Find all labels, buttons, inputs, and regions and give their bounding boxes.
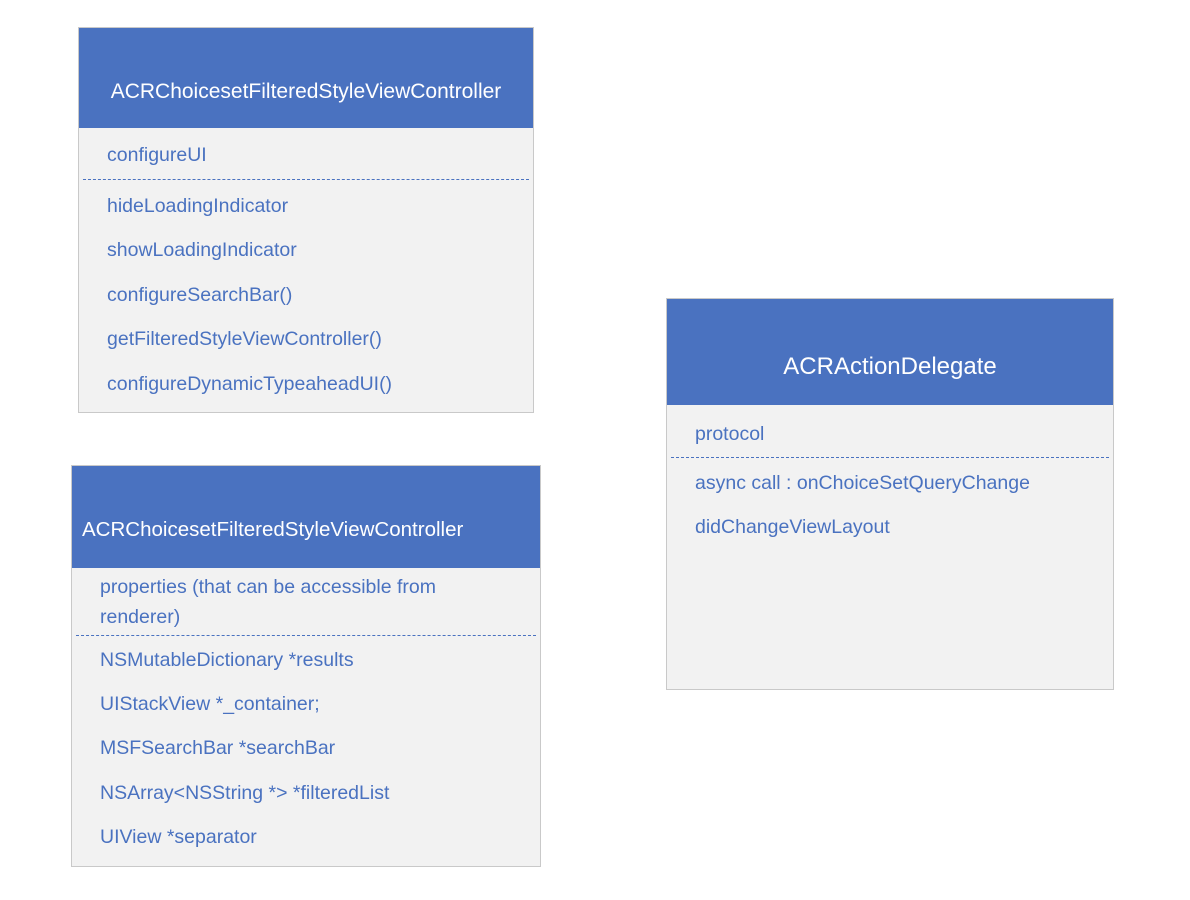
section-label: configureUI bbox=[107, 144, 207, 166]
class-box-filtered-style-view-controller-properties: ACRChoicesetFilteredStyleViewController … bbox=[71, 465, 541, 867]
member-item: MSFSearchBar *searchBar bbox=[100, 737, 336, 759]
section-divider bbox=[671, 457, 1109, 458]
member-item: async call : onChoiceSetQueryChange bbox=[695, 472, 1030, 494]
section-label-line-2: renderer) bbox=[100, 606, 181, 628]
protocol-title: ACRActionDelegate bbox=[783, 353, 997, 380]
section-divider bbox=[76, 635, 536, 636]
member-item: NSArray<NSString *> *filteredList bbox=[100, 782, 390, 804]
member-item: UIView *separator bbox=[100, 826, 257, 848]
member-item: NSMutableDictionary *results bbox=[100, 649, 354, 671]
class-box-header: ACRChoicesetFilteredStyleViewController bbox=[72, 466, 540, 568]
member-item: didChangeViewLayout bbox=[695, 516, 890, 538]
class-title: ACRChoicesetFilteredStyleViewController bbox=[110, 80, 502, 103]
class-title: ACRChoicesetFilteredStyleViewController bbox=[82, 518, 464, 541]
member-item: getFilteredStyleViewController() bbox=[107, 328, 382, 350]
member-item: configureSearchBar() bbox=[107, 284, 293, 306]
section-label: protocol bbox=[695, 423, 765, 445]
member-item: UIStackView *_container; bbox=[100, 693, 320, 715]
protocol-box-action-delegate: ACRActionDelegate protocol async call : … bbox=[666, 298, 1114, 690]
member-item: configureDynamicTypeaheadUI() bbox=[107, 373, 393, 395]
section-label-line-1: properties (that can be accessible from bbox=[100, 576, 436, 598]
member-item: hideLoadingIndicator bbox=[107, 195, 289, 217]
protocol-box-header: ACRActionDelegate bbox=[667, 299, 1113, 405]
class-box-header: ACRChoicesetFilteredStyleViewController bbox=[79, 28, 533, 128]
class-box-filtered-style-view-controller: ACRChoicesetFilteredStyleViewController … bbox=[78, 27, 534, 413]
section-divider bbox=[83, 179, 529, 180]
member-item: showLoadingIndicator bbox=[107, 239, 297, 261]
